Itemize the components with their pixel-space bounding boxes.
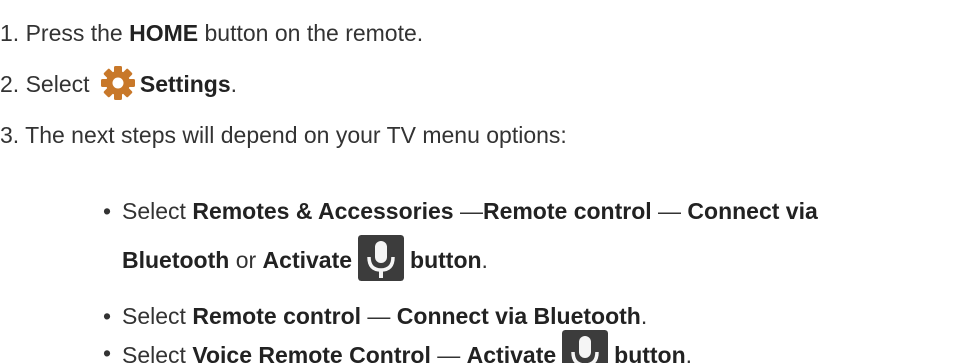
step-2-suffix: . [230, 71, 238, 97]
microphone-icon [358, 235, 405, 281]
bullet-2-end: . [640, 303, 648, 329]
remotes-accessories-label: Remotes & Accessories [192, 198, 454, 224]
settings-label: Settings [139, 71, 231, 97]
bullet-marker: • [102, 198, 112, 224]
button-label: button [614, 342, 686, 363]
bullet-item-3: • Select Voice Remote Control — Activate… [103, 330, 693, 363]
bullet-1-separator-2: — [651, 198, 688, 224]
bullet-3-end: . [685, 342, 693, 363]
home-button-label: HOME [129, 20, 199, 46]
bullet-1-select: Select [122, 198, 193, 224]
step-2: 2. Select Settings. [0, 65, 238, 101]
bullet-1-or: or [229, 247, 263, 274]
step-3-text: 3. The next steps will depend on your TV… [0, 122, 567, 148]
bluetooth-label: Bluetooth [122, 247, 230, 274]
button-label: button [410, 247, 482, 274]
bullet-marker: • [102, 340, 112, 363]
bullet-item-1-continued: Bluetooth or Activate button. [122, 235, 488, 281]
remote-control-label: Remote control [192, 303, 362, 329]
bullet-1-end: . [481, 247, 488, 274]
connect-via-label: Connect via [687, 198, 818, 224]
activate-label: Activate [262, 247, 353, 274]
bullet-item-1: • Select Remotes & Accessories —Remote c… [103, 196, 818, 226]
microphone-icon [562, 330, 609, 363]
step-1-suffix: button on the remote. [198, 20, 424, 46]
bullet-item-2: • Select Remote control — Connect via Bl… [103, 301, 648, 331]
bullet-2-select: Select [122, 303, 193, 329]
bullet-3-separator: — [430, 342, 467, 363]
step-2-prefix: 2. Select [0, 71, 96, 97]
remote-control-label: Remote control [482, 198, 652, 224]
step-3: 3. The next steps will depend on your TV… [0, 120, 567, 150]
voice-remote-control-label: Voice Remote Control [192, 342, 431, 363]
bullet-marker: • [102, 303, 112, 329]
connect-via-bluetooth-label: Connect via Bluetooth [396, 303, 641, 329]
bullet-2-separator: — [361, 303, 397, 329]
step-1: 1. Press the HOME button on the remote. [0, 18, 423, 48]
step-1-prefix: 1. Press the [0, 20, 130, 46]
bullet-3-select: Select [122, 342, 193, 363]
bullet-1-separator-1: — [453, 198, 483, 224]
activate-label: Activate [466, 342, 557, 363]
gear-icon [100, 65, 135, 100]
